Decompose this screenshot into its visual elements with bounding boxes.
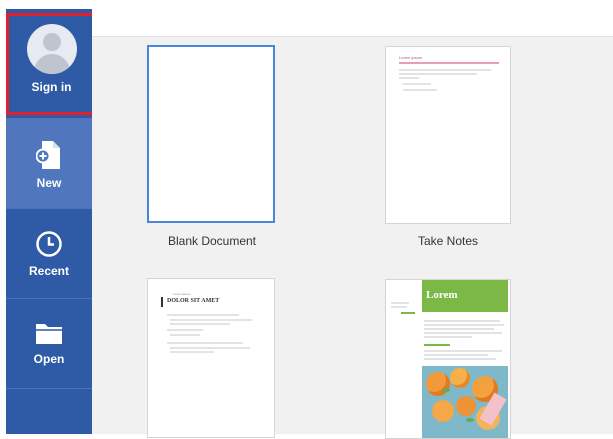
recent-label: Recent [28,264,69,278]
sidebar-item-open[interactable]: Open [6,298,92,388]
lorem-green-header: Lorem [422,280,508,312]
sidebar-divider [6,388,92,389]
sidebar-item-recent[interactable]: Recent [6,208,92,298]
template-gallery: Blank Document Lorem ipsum Take Notes Lo… [92,9,613,439]
take-notes-thumbnail[interactable]: Lorem ipsum [385,46,511,224]
top-strip [0,0,613,9]
avatar-icon [26,24,77,74]
clock-icon [36,231,62,257]
lorem-food-photo [422,366,508,438]
lorem-heading: Lorem [426,289,458,301]
lorem-template-thumbnail[interactable]: Lorem [385,279,511,439]
gallery-header [92,9,613,37]
doc-thumb-small: Lorem ipsum [173,292,191,296]
sidebar-item-new[interactable]: New [6,118,92,208]
blank-document-label: Blank Document [167,234,257,248]
new-document-icon [36,141,60,169]
blank-document-thumbnail[interactable] [147,45,275,223]
sidebar: Sign in New Recent Open [6,9,97,434]
document-template-thumbnail[interactable]: Lorem ipsum DOLOR SIT AMET [147,278,275,438]
doc-thumb-bar [161,297,163,307]
lorem-accent-line [401,312,415,314]
sign-in-label: Sign in [31,80,72,94]
new-label: New [36,176,62,190]
doc-thumb-title: DOLOR SIT AMET [167,298,220,304]
folder-icon [36,324,62,344]
take-notes-label: Take Notes [417,234,479,248]
lorem-subheading-line [424,344,450,346]
notes-thumb-title: Lorem ipsum [399,55,423,60]
open-label: Open [33,352,65,366]
sign-in-button[interactable]: Sign in [6,13,97,115]
